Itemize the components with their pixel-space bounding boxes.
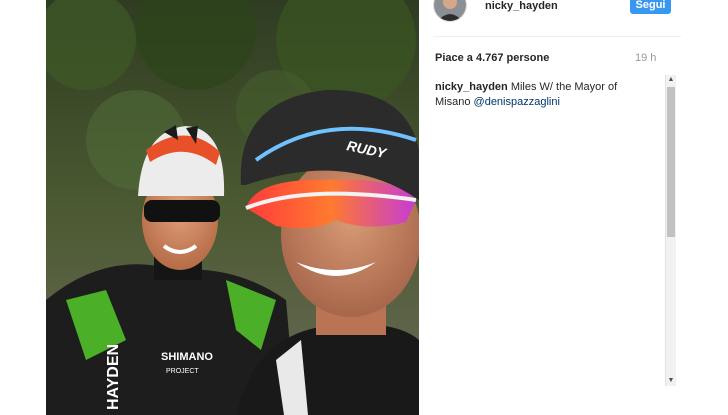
- caption-comment: nicky_hayden Miles W/ the Mayor of Misan…: [435, 80, 645, 110]
- scrollbar-thumb[interactable]: [667, 87, 675, 237]
- post-username-link[interactable]: nicky_hayden: [485, 0, 558, 12]
- post-details-panel: nicky_hayden Segui Piace a 4.767 persone…: [419, 0, 681, 415]
- follow-button[interactable]: Segui: [630, 0, 671, 14]
- selfie-image: SHIMANO PROJECT HAYDEN RUDY: [46, 0, 419, 415]
- scroll-up-arrow-icon[interactable]: ▲: [666, 75, 676, 85]
- likes-count[interactable]: Piace a 4.767 persone: [435, 52, 549, 64]
- caption-username-link[interactable]: nicky_hayden: [435, 81, 508, 93]
- post-header: nicky_hayden Segui: [433, 0, 681, 22]
- jersey-sponsor-text: SHIMANO: [161, 351, 213, 363]
- post-timestamp[interactable]: 19 h: [635, 52, 656, 64]
- jersey-sponsor-text-2: PROJECT: [166, 368, 199, 375]
- post-photo[interactable]: SHIMANO PROJECT HAYDEN RUDY: [46, 0, 419, 415]
- avatar[interactable]: [433, 0, 467, 22]
- jersey-name-text: HAYDEN: [105, 344, 122, 410]
- header-divider: [433, 36, 681, 37]
- scroll-down-arrow-icon[interactable]: ▼: [666, 376, 676, 386]
- comments-scrollbar[interactable]: ▲ ▼: [665, 75, 676, 386]
- caption-mention-link[interactable]: @denispazzaglini: [474, 96, 560, 108]
